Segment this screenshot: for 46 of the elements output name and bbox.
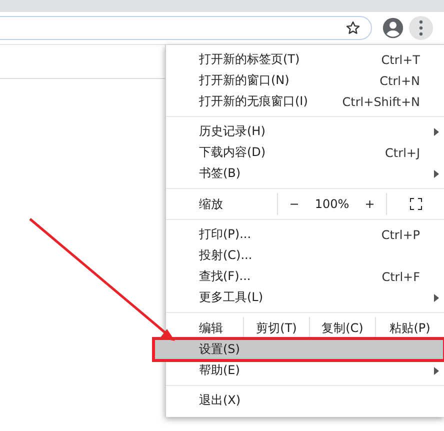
fullscreen-icon: [410, 198, 422, 210]
menu-item[interactable]: 退出(X): [166, 390, 444, 411]
menu-item-label: 退出(X): [199, 392, 241, 409]
menu-item-label: 查找(F)...: [199, 268, 251, 285]
shortcut-label: Ctrl+N: [380, 74, 420, 88]
profile-icon[interactable]: [382, 17, 404, 39]
menu-item-label: 更多工具(L): [199, 289, 264, 306]
menu-item[interactable]: 打印(P)... Ctrl+P: [166, 224, 444, 245]
menu-item-label: 帮助(E): [199, 362, 240, 379]
menu-item-label: 投射(C)...: [199, 247, 252, 264]
menu-item[interactable]: 查找(F)... Ctrl+F: [166, 266, 444, 287]
menu-item[interactable]: 打开新的标签页(T) Ctrl+T: [166, 49, 444, 70]
shortcut-label: Ctrl+T: [381, 52, 420, 66]
menu-item[interactable]: 打开新的窗口(N) Ctrl+N: [166, 70, 444, 91]
submenu-arrow-icon: [434, 170, 439, 178]
menu-item-label: 历史记录(H): [199, 123, 266, 140]
menu-item-label: 缩放: [198, 196, 224, 212]
menu-item-label: 打开新的窗口(N): [199, 72, 290, 89]
star-icon[interactable]: [345, 20, 361, 36]
menu-item[interactable]: 历史记录(H): [166, 121, 444, 142]
menu-item-label: 编辑: [198, 320, 224, 336]
menu-item[interactable]: 下载内容(D) Ctrl+J: [166, 142, 444, 163]
menu-icon: [419, 20, 423, 36]
shortcut-label: Ctrl+F: [382, 270, 420, 284]
menu-item[interactable]: 帮助(E): [166, 360, 444, 381]
submenu-arrow-icon: [434, 128, 439, 136]
menu-item[interactable]: 更多工具(L): [166, 287, 444, 308]
shortcut-label: Ctrl+J: [385, 146, 420, 160]
shortcut-label: Ctrl+P: [381, 228, 420, 242]
submenu-arrow-icon: [434, 367, 439, 375]
zoom-level: 100%: [314, 197, 350, 211]
menu-button[interactable]: [409, 16, 433, 40]
menu-item[interactable]: 投射(C)...: [166, 245, 444, 266]
submenu-arrow-icon: [434, 294, 439, 302]
menu-item-label: 打印(P)...: [199, 226, 252, 243]
menu-item[interactable]: 打开新的无痕窗口(I) Ctrl+Shift+N: [166, 91, 444, 112]
menu-item-label: 打开新的标签页(T): [199, 51, 300, 68]
menu-item-label: 书签(B): [199, 165, 241, 182]
menu-item[interactable]: 书签(B): [166, 163, 444, 184]
zoom-in-button[interactable]: +: [358, 197, 382, 211]
menu-item-label: 打开新的无痕窗口(I): [199, 93, 308, 110]
menu-item-label: 下载内容(D): [199, 144, 266, 161]
shortcut-label: Ctrl+Shift+N: [342, 94, 420, 108]
zoom-out-button[interactable]: −: [282, 197, 306, 211]
menu-item[interactable]: 设置(S): [154, 339, 444, 360]
menu-item-label: 设置(S): [199, 341, 240, 358]
